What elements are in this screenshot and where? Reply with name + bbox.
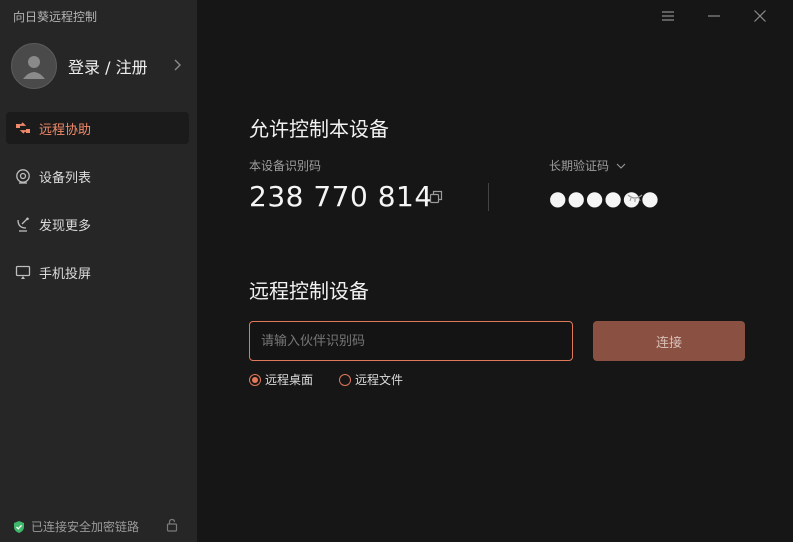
avatar[interactable] bbox=[11, 43, 57, 89]
screen-cast-icon bbox=[14, 263, 32, 281]
minimize-button[interactable] bbox=[691, 7, 737, 25]
radio-remote-desktop[interactable]: 远程桌面 bbox=[249, 371, 313, 388]
connection-mode-options: 远程桌面 远程文件 bbox=[249, 371, 429, 388]
remote-assist-icon bbox=[14, 119, 32, 137]
radio-label: 远程桌面 bbox=[265, 373, 314, 387]
menu-icon bbox=[662, 11, 674, 21]
lock-icon[interactable] bbox=[165, 518, 179, 532]
window-controls bbox=[645, 7, 783, 25]
partner-id-input[interactable] bbox=[249, 321, 573, 361]
device-id-value: 238 770 814 bbox=[249, 180, 433, 213]
close-button[interactable] bbox=[737, 7, 783, 25]
sidebar-nav: 远程协助 设备列表 发现更多 手机投屏 bbox=[6, 112, 189, 304]
close-icon bbox=[754, 10, 766, 22]
divider bbox=[488, 183, 489, 211]
sidebar-item-label: 远程协助 bbox=[39, 122, 92, 138]
device-list-icon bbox=[14, 167, 32, 185]
chevron-right-icon[interactable] bbox=[173, 58, 183, 72]
radio-remote-file[interactable]: 远程文件 bbox=[339, 371, 403, 388]
radio-dot[interactable] bbox=[339, 373, 352, 386]
sidebar-item-discover[interactable]: 发现更多 bbox=[6, 208, 189, 240]
chevron-down-icon bbox=[616, 163, 626, 169]
sidebar-item-device-list[interactable]: 设备列表 bbox=[6, 160, 189, 192]
sidebar-item-screen-cast[interactable]: 手机投屏 bbox=[6, 256, 189, 288]
password-masked: ●●●●●● bbox=[549, 186, 660, 210]
minimize-icon bbox=[708, 15, 720, 17]
sidebar-item-label: 发现更多 bbox=[39, 218, 92, 234]
app-title: 向日葵远程控制 bbox=[13, 10, 98, 24]
radio-dot[interactable] bbox=[249, 373, 261, 386]
connection-status-text: 已连接安全加密链路 bbox=[31, 520, 140, 534]
password-type-text: 长期验证码 bbox=[549, 159, 610, 173]
sidebar-item-label: 手机投屏 bbox=[39, 266, 92, 282]
device-id-label: 本设备识别码 bbox=[249, 159, 322, 173]
menu-button[interactable] bbox=[645, 7, 691, 25]
copy-icon[interactable] bbox=[429, 190, 443, 204]
user-icon bbox=[23, 56, 45, 79]
password-type-label[interactable]: 长期验证码 bbox=[549, 157, 626, 174]
eye-closed-icon[interactable] bbox=[627, 191, 643, 203]
sidebar-item-remote-assist[interactable]: 远程协助 bbox=[6, 112, 189, 144]
login-register-row[interactable]: 登录 / 注册 bbox=[11, 43, 191, 89]
allow-control-title: 允许控制本设备 bbox=[249, 117, 389, 141]
radio-label: 远程文件 bbox=[355, 373, 404, 387]
shield-check-icon bbox=[14, 520, 24, 533]
remote-control-title: 远程控制设备 bbox=[249, 279, 369, 303]
sidebar-item-label: 设备列表 bbox=[39, 170, 92, 186]
sidebar: 向日葵远程控制 登录 / 注册 远程协助 设备列表 发现更多 手机投屏 已连接安… bbox=[0, 0, 197, 542]
connect-button[interactable]: 连接 bbox=[593, 321, 745, 361]
discover-icon bbox=[14, 215, 32, 233]
connection-status: 已连接安全加密链路 bbox=[12, 518, 182, 535]
login-register-label[interactable]: 登录 / 注册 bbox=[68, 54, 148, 78]
